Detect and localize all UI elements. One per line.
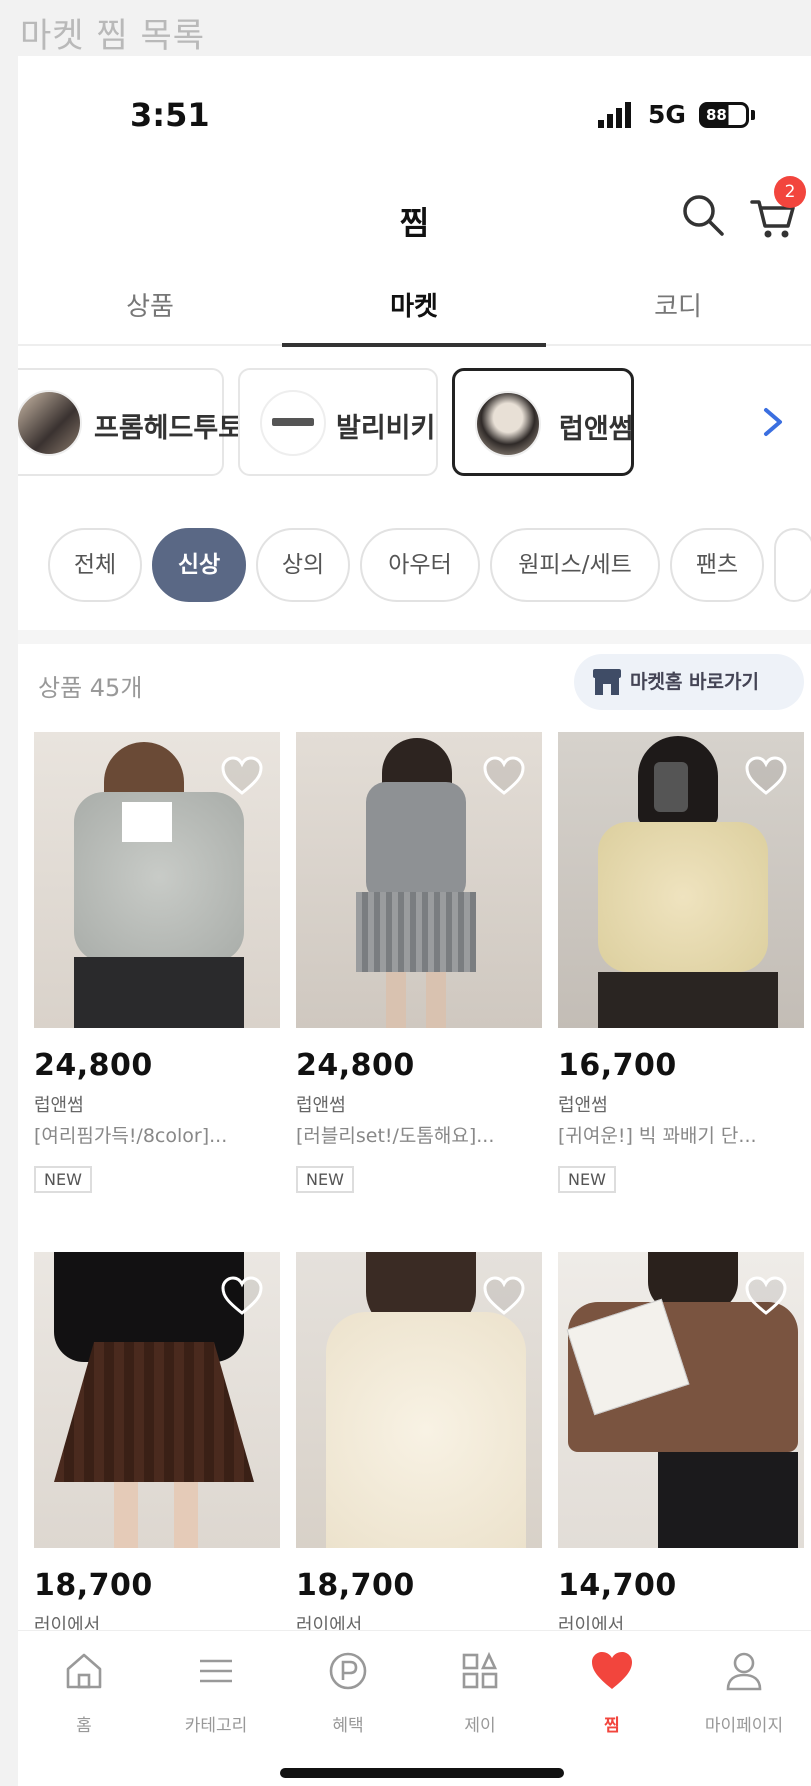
page-header: 찜 2 — [18, 176, 811, 266]
filter-new[interactable]: 신상 — [152, 528, 246, 602]
style-icon — [462, 1651, 498, 1689]
new-badge: NEW — [296, 1166, 354, 1193]
market-chip-lovensome[interactable]: 럽앤썸 — [452, 368, 634, 476]
search-icon[interactable] — [678, 190, 728, 240]
market-name: 발리비키 — [336, 413, 436, 444]
nav-label: 마이페이지 — [704, 1716, 784, 1736]
market-home-link[interactable]: 마켓홈 바로가기 — [574, 654, 804, 710]
signal-icon — [598, 102, 631, 128]
tab-markets[interactable]: 마켓 — [282, 286, 546, 347]
product-price: 24,800 — [34, 1048, 153, 1083]
product-price: 24,800 — [296, 1048, 415, 1083]
nav-mypage[interactable]: 마이페이지 — [678, 1649, 810, 1736]
section-divider — [18, 630, 811, 644]
heart-outline-icon[interactable] — [482, 756, 526, 796]
home-indicator[interactable] — [280, 1768, 564, 1778]
nav-label: 홈 — [76, 1716, 92, 1736]
product-count: 상품 45개 — [38, 674, 143, 702]
filter-all[interactable]: 전체 — [48, 528, 142, 602]
status-bar: 3:51 5G 88 — [18, 56, 811, 176]
market-avatar — [475, 391, 541, 457]
nav-label: 찜 — [604, 1716, 620, 1736]
product-card[interactable]: 24,800 럽앤썸 [여리핌가득!/8color]... NEW — [34, 732, 280, 1193]
product-card[interactable]: 18,700 러이에서 — [34, 1252, 280, 1637]
market-name: 프롬헤드투토 — [94, 413, 244, 444]
filter-pants[interactable]: 팬츠 — [670, 528, 764, 602]
nav-category[interactable]: 카테고리 — [150, 1649, 282, 1736]
product-price: 18,700 — [34, 1568, 153, 1603]
home-icon — [66, 1653, 102, 1689]
product-price: 14,700 — [558, 1568, 677, 1603]
product-image[interactable] — [34, 1252, 280, 1548]
product-card[interactable]: 16,700 럽앤썸 [귀여운!] 빅 꽈배기 단... NEW — [558, 732, 804, 1193]
heart-outline-icon[interactable] — [744, 756, 788, 796]
filter-outer[interactable]: 아우터 — [360, 528, 480, 602]
product-seller: 럽앤썸 — [34, 1095, 84, 1116]
heart-outline-icon[interactable] — [744, 1276, 788, 1316]
cart-count-badge: 2 — [774, 176, 806, 208]
user-icon — [726, 1652, 762, 1691]
menu-icon — [200, 1659, 232, 1683]
status-time: 3:51 — [130, 96, 210, 134]
phone-screen: 3:51 5G 88 찜 2 상품 마켓 코디 프롬헤드투토 발리비키 럽앤썸 … — [18, 56, 811, 1786]
nav-label: 카테고리 — [184, 1716, 248, 1736]
wishlist-tabs: 상품 마켓 코디 — [18, 276, 811, 347]
filter-tops[interactable]: 상의 — [256, 528, 350, 602]
battery-nub — [751, 110, 755, 120]
chevron-right-icon[interactable] — [758, 402, 788, 442]
screen-caption: 마켓 찜 목록 — [20, 16, 206, 56]
nav-benefits[interactable]: 혜택 — [282, 1649, 414, 1736]
tab-products[interactable]: 상품 — [18, 286, 282, 343]
product-name: [귀여운!] 빅 꽈배기 단... — [558, 1125, 757, 1147]
new-badge: NEW — [34, 1166, 92, 1193]
market-home-label: 마켓홈 바로가기 — [630, 671, 759, 693]
product-card[interactable]: 14,700 러이에서 — [558, 1252, 804, 1637]
new-badge: NEW — [558, 1166, 616, 1193]
heart-icon — [592, 1652, 632, 1689]
market-chip-fromhead[interactable]: 프롬헤드투토 — [18, 368, 243, 476]
market-avatar — [18, 390, 82, 456]
nav-wishlist[interactable]: 찜 — [546, 1649, 678, 1736]
nav-label: 제이 — [464, 1716, 496, 1736]
product-card[interactable]: 18,700 러이에서 — [296, 1252, 542, 1637]
battery-icon: 88 — [699, 102, 749, 128]
heart-outline-icon[interactable] — [482, 1276, 526, 1316]
tab-coordi[interactable]: 코디 — [546, 286, 810, 343]
product-image[interactable] — [34, 732, 280, 1028]
product-name: [여리핌가득!/8color]... — [34, 1125, 228, 1147]
heart-outline-icon[interactable] — [220, 1276, 264, 1316]
nav-label: 혜택 — [332, 1716, 364, 1736]
network-type: 5G — [648, 100, 686, 129]
product-seller: 럽앤썸 — [296, 1095, 346, 1116]
product-seller: 럽앤썸 — [558, 1095, 608, 1116]
market-carousel: 프롬헤드투토 발리비키 럽앤썸 — [18, 368, 811, 478]
market-chip-balibiki[interactable]: 발리비키 — [238, 368, 438, 476]
market-avatar — [260, 390, 326, 456]
bottom-navigation: 홈 카테고리 혜택 제이 찜 마이페이지 — [18, 1630, 811, 1786]
product-card[interactable]: 24,800 럽앤썸 [러블리set!/도톰해요]... NEW — [296, 732, 542, 1193]
heart-outline-icon[interactable] — [220, 756, 264, 796]
point-icon — [329, 1652, 367, 1690]
product-price: 18,700 — [296, 1568, 415, 1603]
product-name: [러블리set!/도톰해요]... — [296, 1125, 495, 1147]
filter-onepiece-set[interactable]: 원피스/세트 — [490, 528, 660, 602]
store-icon — [593, 669, 621, 695]
product-price: 16,700 — [558, 1048, 677, 1083]
product-image[interactable] — [296, 1252, 542, 1548]
product-image[interactable] — [296, 732, 542, 1028]
market-logo — [272, 418, 314, 426]
product-image[interactable] — [558, 732, 804, 1028]
nav-home[interactable]: 홈 — [18, 1649, 150, 1736]
product-image[interactable] — [558, 1252, 804, 1548]
nav-style[interactable]: 제이 — [414, 1649, 546, 1736]
category-filters: 전체 신상 상의 아우터 원피스/세트 팬츠 — [18, 528, 811, 608]
market-name: 럽앤썸 — [559, 414, 634, 445]
filter-more[interactable] — [774, 528, 811, 602]
